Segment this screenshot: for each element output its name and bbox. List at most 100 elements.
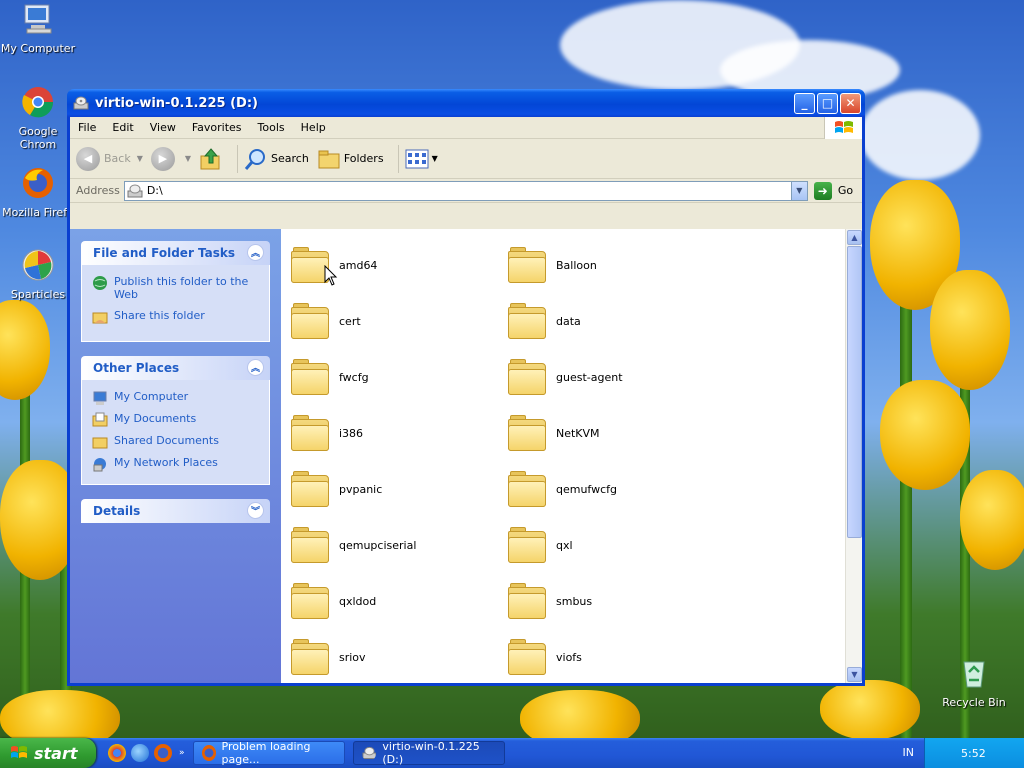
- search-icon: [244, 148, 266, 170]
- folder-item[interactable]: data: [508, 293, 725, 349]
- cd-drive-icon: [73, 96, 89, 110]
- documents-icon: [92, 412, 108, 427]
- folder-icon: [92, 437, 108, 449]
- folder-item[interactable]: cert: [291, 293, 508, 349]
- up-folder-icon: [200, 147, 220, 169]
- chevron-down-icon: ▼: [136, 154, 143, 163]
- desktop-icon-my-computer[interactable]: My Computer: [0, 2, 76, 55]
- collapse-icon[interactable]: ︽: [247, 244, 264, 261]
- collapse-icon[interactable]: ︽: [247, 359, 264, 376]
- firefox-icon[interactable]: [154, 744, 172, 762]
- desktop-icon-recycle-bin[interactable]: Recycle Bin: [936, 656, 1012, 709]
- language-indicator[interactable]: IN: [903, 746, 914, 759]
- up-folder-button[interactable]: [199, 147, 223, 171]
- folder-item[interactable]: qxl: [508, 517, 725, 573]
- clock[interactable]: 5:52: [961, 747, 986, 760]
- folder-item[interactable]: sriov: [291, 629, 508, 683]
- folder-item[interactable]: smbus: [508, 573, 725, 629]
- file-folder-tasks-panel: File and Folder Tasks ︽ Publish this fol…: [81, 241, 270, 342]
- globe-icon: [93, 276, 107, 290]
- share-folder-link[interactable]: Share this folder: [92, 309, 259, 325]
- toolbar-separator: [237, 144, 239, 173]
- menu-view[interactable]: View: [142, 121, 184, 134]
- start-label: start: [34, 743, 78, 763]
- go-button[interactable]: ➜ Go: [813, 181, 853, 200]
- folder-item[interactable]: guest-agent: [508, 349, 725, 405]
- chevron-right-icon[interactable]: »: [179, 748, 185, 758]
- menu-favorites[interactable]: Favorites: [184, 121, 250, 134]
- vertical-scrollbar[interactable]: ▲ ▼: [845, 229, 862, 683]
- folder-name: viofs: [556, 650, 582, 664]
- folder-item[interactable]: qxldod: [291, 573, 508, 629]
- menu-tools[interactable]: Tools: [250, 121, 293, 134]
- sparticles-icon: [22, 249, 54, 281]
- folder-item[interactable]: NetKVM: [508, 405, 725, 461]
- desktop-icon-firefox[interactable]: Mozilla Firefo: [0, 166, 76, 219]
- folder-name: qxldod: [339, 594, 377, 608]
- expand-icon[interactable]: ︾: [247, 502, 264, 519]
- search-button[interactable]: Search: [244, 147, 309, 171]
- folder-item[interactable]: Balloon: [508, 237, 725, 293]
- address-dropdown-button[interactable]: ▼: [790, 181, 807, 200]
- system-tray: 5:52: [924, 738, 1024, 768]
- folders-label: Folders: [343, 152, 384, 165]
- views-button[interactable]: ▼: [405, 148, 438, 170]
- file-view: amd64 Balloon cert data fwcfg guest-agen…: [281, 229, 862, 683]
- place-my-documents[interactable]: My Documents: [92, 412, 259, 428]
- folder-item[interactable]: qemupciserial: [291, 517, 508, 573]
- title-bar[interactable]: virtio-win-0.1.225 (D:) _ □ ✕: [67, 89, 865, 117]
- taskbar-item-explorer[interactable]: virtio-win-0.1.225 (D:): [352, 740, 505, 766]
- publish-folder-link[interactable]: Publish this folder to the Web: [92, 275, 259, 301]
- folder-item[interactable]: fwcfg: [291, 349, 508, 405]
- folder-item[interactable]: qemufwcfg: [508, 461, 725, 517]
- scroll-down-button[interactable]: ▼: [847, 667, 862, 682]
- folders-button[interactable]: Folders: [317, 147, 384, 171]
- views-grid-icon: [405, 149, 429, 168]
- computer-icon: [24, 4, 52, 34]
- chrome-icon[interactable]: [108, 744, 126, 762]
- desktop-icon-chrome[interactable]: Google Chrom: [0, 85, 76, 151]
- address-input[interactable]: D:\ ▼: [123, 180, 808, 201]
- scroll-thumb[interactable]: [847, 246, 862, 538]
- taskbar: start » Problem loading page... virtio-w…: [0, 738, 1024, 768]
- chevron-down-icon: ▼: [796, 186, 803, 195]
- internet-explorer-icon[interactable]: [131, 744, 149, 762]
- other-places-header[interactable]: Other Places ︽: [81, 356, 270, 380]
- file-folder-tasks-header[interactable]: File and Folder Tasks ︽: [81, 241, 270, 265]
- menu-edit[interactable]: Edit: [104, 121, 141, 134]
- folder-icon: [508, 527, 546, 563]
- details-header[interactable]: Details ︾: [81, 499, 270, 523]
- folder-name: guest-agent: [556, 370, 623, 384]
- folder-icon: [508, 359, 546, 395]
- back-label: Back: [104, 152, 131, 165]
- close-button[interactable]: ✕: [840, 92, 861, 114]
- place-label: Shared Documents: [114, 434, 219, 447]
- back-button[interactable]: ◀ Back ▼: [76, 146, 143, 171]
- folder-item[interactable]: i386: [291, 405, 508, 461]
- network-places-icon: [93, 458, 106, 472]
- folders-icon: [318, 150, 340, 168]
- place-shared-documents[interactable]: Shared Documents: [92, 434, 259, 450]
- start-button[interactable]: start: [0, 738, 96, 768]
- menu-file[interactable]: File: [70, 121, 104, 134]
- folder-item[interactable]: viofs: [508, 629, 725, 683]
- menu-help[interactable]: Help: [293, 121, 334, 134]
- desktop-icon-label: Sparticles: [10, 288, 66, 301]
- maximize-button[interactable]: □: [817, 92, 838, 114]
- mouse-cursor-icon: [324, 265, 338, 286]
- minimize-button[interactable]: _: [794, 92, 815, 114]
- chevron-down-icon: ▼: [431, 154, 438, 163]
- desktop-icon-sparticles[interactable]: Sparticles: [0, 248, 76, 301]
- place-my-network-places[interactable]: My Network Places: [92, 456, 259, 472]
- forward-button[interactable]: ▶ ▼: [150, 146, 191, 171]
- details-panel: Details ︾: [81, 499, 270, 523]
- place-my-computer[interactable]: My Computer: [92, 390, 259, 406]
- chrome-icon: [22, 87, 54, 118]
- taskbar-item-firefox[interactable]: Problem loading page...: [192, 740, 345, 766]
- folder-name: data: [556, 314, 581, 328]
- folder-name: qemupciserial: [339, 538, 417, 552]
- place-label: My Network Places: [114, 456, 218, 469]
- task-label: Publish this folder to the Web: [114, 275, 249, 301]
- folder-item[interactable]: pvpanic: [291, 461, 508, 517]
- scroll-up-button[interactable]: ▲: [847, 230, 862, 245]
